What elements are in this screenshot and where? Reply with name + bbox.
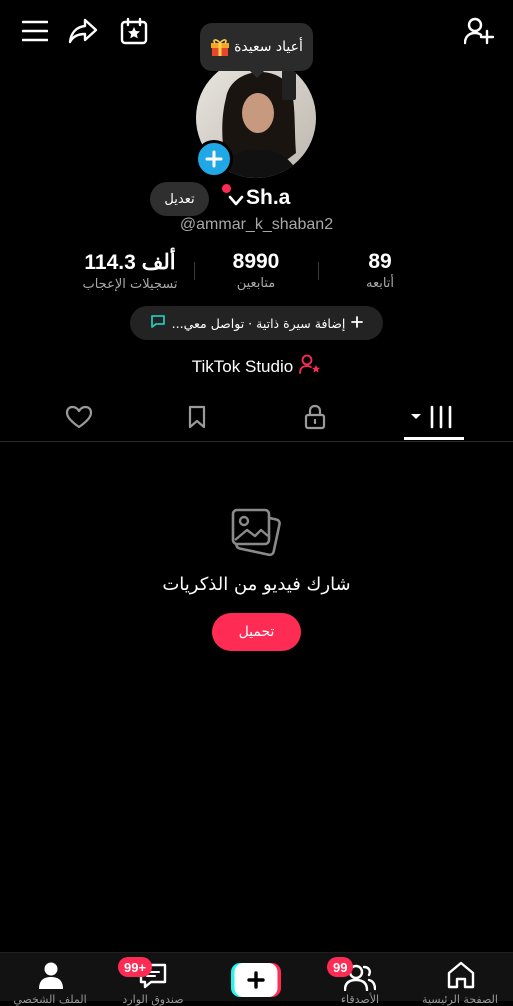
bookmark-icon (188, 405, 206, 429)
tiktok-studio-link[interactable]: TikTok Studio (0, 354, 513, 379)
nav-home[interactable]: الصفحة الرئيسية (410, 953, 510, 1006)
bottom-navigation: الملف الشخصي 99+ صندوق الوارد 99 الأصدقا… (0, 952, 513, 1006)
studio-user-icon (299, 354, 321, 379)
followers-count: 8990 (232, 250, 280, 273)
lock-icon (304, 404, 326, 430)
tab-liked[interactable] (39, 394, 119, 440)
following-label: أتابعه (365, 276, 395, 291)
inbox-badge: 99+ (118, 957, 153, 977)
tooltip-text: أعياد سعيدة (234, 39, 303, 55)
add-bio-button[interactable]: إضافة سيرة ذاتية · تواصل معي... (130, 306, 383, 340)
display-name[interactable]: Sh.a (246, 186, 290, 210)
nav-profile[interactable]: الملف الشخصي (0, 953, 100, 1006)
stat-divider (318, 262, 319, 280)
plus-icon (205, 150, 223, 168)
tab-saved[interactable] (157, 394, 237, 440)
edit-profile-button[interactable]: تعديل (150, 182, 209, 216)
chat-icon (150, 314, 166, 332)
friends-badge: 99 (327, 957, 354, 977)
chevron-down-icon[interactable] (228, 192, 244, 211)
photos-icon (229, 504, 285, 564)
grid-videos-icon (411, 405, 452, 429)
studio-label: TikTok Studio (191, 356, 294, 376)
holiday-tooltip[interactable]: أعياد سعيدة (200, 23, 313, 78)
empty-state-title: شارك فيديو من الذكريات (162, 574, 351, 595)
likes-label: تسجيلات الإعجاب (82, 277, 178, 292)
add-friend-icon[interactable] (464, 17, 494, 45)
followers-stat[interactable]: 8990 متابعين (206, 250, 306, 291)
bio-button-text: إضافة سيرة ذاتية · تواصل معي... (171, 315, 346, 331)
followers-label: متابعين (236, 276, 276, 291)
heart-icon (65, 405, 93, 429)
following-stat[interactable]: 89 أتابعه (340, 250, 420, 291)
tab-videos[interactable] (394, 394, 474, 440)
stat-divider (194, 262, 195, 280)
plus-icon (351, 315, 364, 331)
tab-private[interactable] (275, 394, 355, 440)
home-icon (446, 961, 476, 993)
profile-icon (38, 961, 64, 993)
profile-tabs (0, 394, 513, 442)
following-count: 89 (368, 250, 392, 273)
share-icon[interactable] (68, 18, 98, 44)
nav-friends[interactable]: 99 الأصدقاء (310, 953, 410, 1006)
likes-stat[interactable]: 114.3 ألف تسجيلات الإعجاب (70, 250, 190, 292)
menu-icon[interactable] (22, 20, 48, 42)
active-tab-indicator (404, 437, 464, 440)
username-handle: @ammar_k_shaban2 (179, 216, 334, 233)
create-button[interactable] (231, 963, 281, 997)
likes-count: 114.3 ألف (84, 251, 176, 274)
gift-icon (210, 38, 230, 56)
calendar-star-icon[interactable] (120, 17, 148, 45)
name-row: تعديل Sh.a (0, 182, 513, 218)
nav-inbox[interactable]: 99+ صندوق الوارد (103, 953, 203, 1006)
add-avatar-button[interactable] (195, 140, 233, 178)
upload-button[interactable]: تحميل (212, 613, 301, 651)
